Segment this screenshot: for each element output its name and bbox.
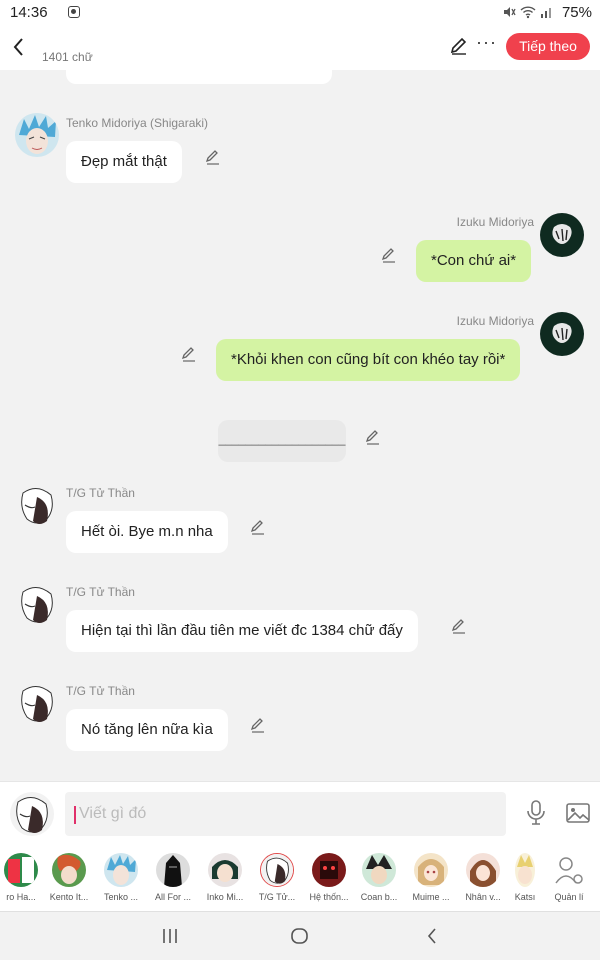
character-item[interactable]: Katsı	[504, 853, 546, 902]
back-button[interactable]	[8, 34, 30, 60]
text-caret	[74, 806, 76, 824]
edit-button[interactable]	[448, 35, 470, 57]
character-item[interactable]: Muime ...	[406, 853, 456, 902]
more-options-button[interactable]: ···	[476, 32, 498, 53]
signal-icon	[541, 8, 551, 18]
chevron-left-icon	[13, 38, 23, 56]
narration-bubble[interactable]: ___________________	[218, 420, 346, 462]
avatar-tg-tu-than[interactable]	[15, 582, 59, 626]
system-nav-bar	[0, 911, 600, 960]
edit-message-icon[interactable]	[364, 428, 382, 446]
system-icons	[502, 5, 554, 19]
character-avatar	[104, 853, 138, 887]
character-item[interactable]: Coan b...	[354, 853, 404, 902]
character-item[interactable]: T/G Tử...	[252, 853, 302, 902]
character-selector[interactable]: ro Ha... Kento It... Tenko ... All For .…	[0, 847, 600, 911]
image-button[interactable]	[565, 801, 591, 825]
character-item[interactable]: Tenko ...	[96, 853, 146, 902]
character-item[interactable]: ro Ha...	[0, 853, 46, 902]
back-icon	[427, 928, 436, 944]
edit-message-icon[interactable]	[249, 716, 267, 734]
image-icon	[566, 803, 590, 823]
microphone-button[interactable]	[524, 799, 548, 827]
character-avatar	[260, 853, 294, 887]
message-bubble[interactable]: Đẹp mắt thật	[66, 141, 182, 183]
battery-level: 75%	[561, 4, 592, 21]
message-input[interactable]	[65, 792, 506, 836]
edit-message-icon[interactable]	[249, 518, 267, 536]
character-item[interactable]: Hệ thốn...	[304, 853, 354, 902]
compose-bar	[0, 781, 600, 847]
message-author: Izuku Midoriya	[456, 314, 534, 328]
notification-icon	[68, 6, 80, 18]
character-avatar	[4, 853, 38, 887]
avatar-tg-tu-than[interactable]	[15, 483, 59, 527]
character-item[interactable]: Inko Mi...	[200, 853, 250, 902]
character-avatar	[362, 853, 396, 887]
recent-apps-icon	[163, 929, 177, 943]
status-time: 14:36	[10, 4, 48, 21]
character-avatar	[515, 853, 535, 887]
character-avatar	[466, 853, 500, 887]
home-button[interactable]	[288, 924, 312, 948]
edit-message-icon[interactable]	[180, 345, 198, 363]
character-item[interactable]: Kento It...	[44, 853, 94, 902]
character-item[interactable]: All For ...	[148, 853, 198, 902]
manage-characters-icon	[552, 853, 586, 887]
current-character-avatar[interactable]	[10, 792, 54, 836]
message-author: T/G Tử Thần	[66, 585, 135, 599]
message-bubble[interactable]: *Khỏi khen con cũng bít con khéo tay rồi…	[216, 339, 521, 381]
home-icon	[291, 928, 308, 944]
microphone-icon	[527, 800, 545, 825]
back-nav-button[interactable]	[420, 924, 444, 948]
character-avatar	[156, 853, 190, 887]
character-avatar	[208, 853, 242, 887]
recent-apps-button[interactable]	[158, 924, 182, 948]
message-author: Izuku Midoriya	[456, 215, 534, 229]
avatar-izuku[interactable]	[540, 312, 584, 356]
wifi-icon	[520, 6, 536, 19]
avatar-izuku[interactable]	[540, 213, 584, 257]
chat-header: 1401 chữ ··· Tiếp theo	[0, 26, 600, 70]
message-author: Tenko Midoriya (Shigaraki)	[66, 116, 209, 130]
message-bubble[interactable]: Hết òi. Bye m.n nha	[66, 511, 228, 553]
message-author: T/G Tử Thần	[66, 486, 135, 500]
character-item[interactable]: Quản lí	[544, 853, 594, 902]
message-bubble[interactable]: Hiện tại thì lần đầu tiên me viết đc 138…	[66, 610, 418, 652]
partial-message-bubble	[66, 70, 332, 84]
chat-area[interactable]: Tenko Midoriya (Shigaraki) Đẹp mắt thật …	[0, 70, 600, 781]
mute-icon	[504, 7, 516, 17]
edit-message-icon[interactable]	[450, 617, 468, 635]
edit-message-icon[interactable]	[204, 148, 222, 166]
message-bubble[interactable]: Nó tăng lên nữa kìa	[66, 709, 228, 751]
character-item[interactable]: Nhân v...	[458, 853, 508, 902]
status-bar: 14:36 75%	[0, 0, 600, 26]
pencil-icon	[450, 37, 467, 55]
next-button[interactable]: Tiếp theo	[506, 33, 590, 60]
character-avatar	[312, 853, 346, 887]
message-bubble[interactable]: *Con chứ ai*	[416, 240, 532, 282]
character-avatar	[52, 853, 86, 887]
avatar-tenko[interactable]	[15, 113, 59, 157]
avatar-tg-tu-than[interactable]	[15, 681, 59, 725]
edit-message-icon[interactable]	[380, 246, 398, 264]
message-author: T/G Tử Thần	[66, 684, 135, 698]
character-avatar	[414, 853, 448, 887]
word-count: 1401 chữ	[42, 50, 93, 64]
